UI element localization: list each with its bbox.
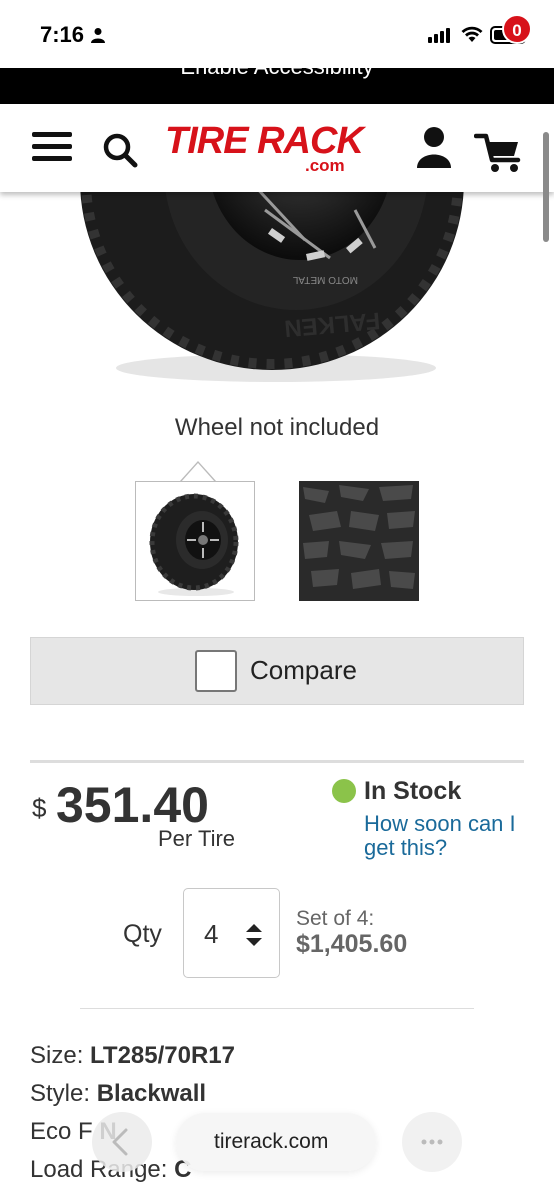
status-time: 7:16 <box>40 22 85 47</box>
status-bar: 7:16 <box>0 0 554 68</box>
spec-size: Size: LT285/70R17 <box>30 1042 235 1070</box>
url-text: tirerack.com <box>214 1130 329 1153</box>
quantity-value: 4 <box>204 919 219 949</box>
menu-icon <box>32 132 72 137</box>
more-icon <box>421 1139 443 1145</box>
spec-label: Eco F <box>30 1118 93 1145</box>
browser-back-button[interactable] <box>92 1112 152 1172</box>
thumbnail-tire-side[interactable] <box>135 481 255 601</box>
signal-icon <box>428 28 450 43</box>
selected-thumb-indicator <box>180 461 216 482</box>
compare-toggle[interactable]: Compare <box>30 637 524 705</box>
chevron-left-icon <box>112 1128 128 1156</box>
accessibility-bar[interactable]: Enable Accessibility <box>0 68 554 104</box>
spec-label: Size: <box>30 1042 84 1069</box>
image-caption: Wheel not included <box>174 414 380 441</box>
divider <box>30 760 524 763</box>
tire-rack-logo[interactable]: TIRE RACK .com <box>165 118 385 178</box>
updown-arrows-icon <box>246 924 262 946</box>
site-header: TIRE RACK .com <box>0 104 554 192</box>
spec-label: Style: <box>30 1080 91 1107</box>
thumbnail-tread[interactable] <box>299 481 419 601</box>
browser-address-bar[interactable]: tirerack.com <box>176 1113 376 1171</box>
price-currency: $ <box>32 793 47 823</box>
how-soon-link[interactable]: How soon can I get this? <box>364 812 534 860</box>
spec-style: Style: Blackwall <box>30 1080 206 1108</box>
logo-sub-text: .com <box>305 156 345 175</box>
spec-value: LT285/70R17 <box>90 1042 236 1069</box>
set-label: Set of 4: <box>296 907 375 930</box>
enable-accessibility-link[interactable]: Enable Accessibility <box>0 68 554 80</box>
person-icon <box>91 28 105 43</box>
compare-label: Compare <box>250 655 357 685</box>
stock-status: In Stock <box>364 777 462 805</box>
cart-count-badge[interactable]: 0 <box>502 14 532 44</box>
price-unit: Per Tire <box>158 826 236 851</box>
qty-label: Qty <box>123 920 162 948</box>
spec-value: Blackwall <box>96 1080 207 1107</box>
stock-status-icon <box>332 779 356 803</box>
compare-checkbox[interactable] <box>195 650 237 692</box>
search-icon[interactable] <box>100 130 140 170</box>
cart-icon[interactable] <box>474 126 534 176</box>
account-icon[interactable] <box>414 126 454 172</box>
quantity-select[interactable]: 4 <box>183 888 280 978</box>
scrollbar[interactable] <box>543 132 549 242</box>
browser-more-button[interactable] <box>402 1112 462 1172</box>
set-price: $1,405.60 <box>296 930 408 958</box>
menu-button[interactable] <box>32 132 72 164</box>
wifi-icon <box>461 26 483 42</box>
divider <box>80 1008 474 1009</box>
rim-text: MOTO METAL <box>292 274 358 285</box>
